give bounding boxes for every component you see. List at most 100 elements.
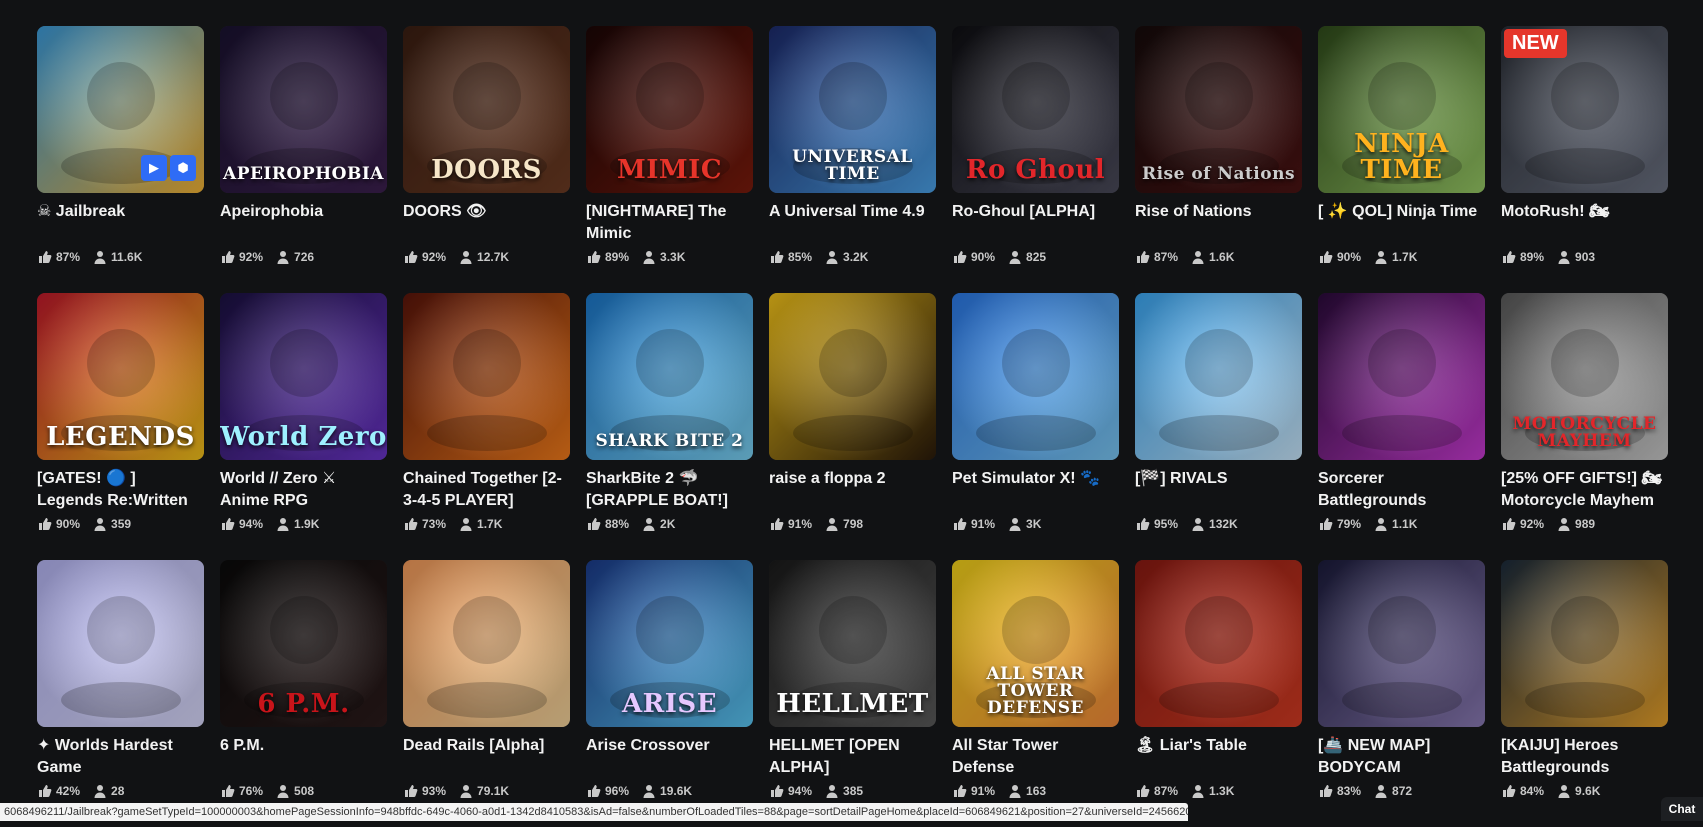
game-card[interactable]: 6 P.M. 6 P.M. 76% 508 [220, 560, 387, 827]
game-thumbnail[interactable]: HELLMET [769, 560, 936, 727]
game-stats: 89% 3.3K [586, 247, 753, 267]
game-card[interactable]: Dead Rails [Alpha] 93% 79.1K [403, 560, 570, 827]
game-thumbnail[interactable]: ARISE [586, 560, 753, 727]
game-card[interactable]: [🚢 NEW MAP] BODYCAM 83% 872 [1318, 560, 1485, 827]
game-title[interactable]: [KAIJU] Heroes Battlegrounds [1501, 735, 1668, 779]
game-title[interactable]: [ ✨ QOL] Ninja Time [1318, 201, 1485, 245]
game-title[interactable]: [25% OFF GIFTS!] 🏍 Motorcycle Mayhem [1501, 468, 1668, 512]
game-card[interactable]: Sorcerer Battlegrounds 79% 1.1K [1318, 293, 1485, 560]
game-thumbnail[interactable] [1318, 293, 1485, 460]
game-thumbnail[interactable]: APEIROPHOBIA [220, 26, 387, 193]
game-title[interactable]: [🏁] RIVALS [1135, 468, 1302, 512]
player-count: 385 [843, 784, 863, 798]
game-thumbnail[interactable] [1135, 293, 1302, 460]
game-thumbnail[interactable]: World Zero [220, 293, 387, 460]
game-thumbnail[interactable] [403, 560, 570, 727]
game-title[interactable]: Chained Together [2-3-4-5 PLAYER] [403, 468, 570, 512]
thumbs-up-icon [220, 516, 236, 532]
game-title[interactable]: MotoRush! 🏍 [1501, 201, 1668, 245]
game-card[interactable]: 🏝 Liar's Table 87% 1.3K [1135, 560, 1302, 827]
game-thumbnail[interactable] [403, 293, 570, 460]
player-count: 872 [1392, 784, 1412, 798]
game-title[interactable]: World // Zero ⚔ Anime RPG [220, 468, 387, 512]
game-card[interactable]: [KAIJU] Heroes Battlegrounds 84% 9.6K [1501, 560, 1668, 827]
person-icon [1373, 249, 1389, 265]
game-thumbnail[interactable]: DOORS [403, 26, 570, 193]
game-title[interactable]: Sorcerer Battlegrounds [1318, 468, 1485, 512]
game-thumbnail[interactable]: Rise of Nations [1135, 26, 1302, 193]
game-thumbnail[interactable] [1318, 560, 1485, 727]
game-thumbnail[interactable] [769, 293, 936, 460]
game-title[interactable]: Pet Simulator X! 🐾 [952, 468, 1119, 512]
person-icon [1373, 516, 1389, 532]
thumbnail-art [1135, 26, 1302, 193]
game-thumbnail[interactable]: MOTORCYCLE MAYHEM [1501, 293, 1668, 460]
game-title[interactable]: Arise Crossover [586, 735, 753, 779]
rating-value: 42% [56, 784, 80, 798]
game-title[interactable]: A Universal Time 4.9 [769, 201, 936, 245]
game-thumbnail[interactable]: NEW [1501, 26, 1668, 193]
game-card[interactable]: raise a floppa 2 91% 798 [769, 293, 936, 560]
game-thumbnail[interactable]: UNIVERSAL TIME [769, 26, 936, 193]
game-thumbnail[interactable]: Ro Ghoul [952, 26, 1119, 193]
player-count: 1.7K [477, 517, 502, 531]
game-thumbnail[interactable]: NINJA TIME [1318, 26, 1485, 193]
game-title[interactable]: Apeirophobia [220, 201, 387, 245]
game-title[interactable]: 🏝 Liar's Table [1135, 735, 1302, 779]
game-thumbnail[interactable]: SHARK BITE 2 [586, 293, 753, 460]
thumbs-up-icon [952, 783, 968, 799]
game-card[interactable]: Chained Together [2-3-4-5 PLAYER] 73% 1.… [403, 293, 570, 560]
play-icon[interactable]: ▶ [141, 155, 167, 181]
game-title[interactable]: DOORS 👁 [403, 201, 570, 245]
thumbs-up-icon [37, 516, 53, 532]
game-thumbnail[interactable] [1501, 560, 1668, 727]
person-icon [275, 516, 291, 532]
game-card[interactable]: UNIVERSAL TIME A Universal Time 4.9 85% … [769, 26, 936, 293]
game-card[interactable]: World Zero World // Zero ⚔ Anime RPG 94%… [220, 293, 387, 560]
game-card[interactable]: ✦ Worlds Hardest Game 42% 28 [37, 560, 204, 827]
game-card[interactable]: ARISE Arise Crossover 96% 19.6K [586, 560, 753, 827]
person-icon [1190, 249, 1206, 265]
game-card[interactable]: Rise of Nations Rise of Nations 87% 1.6K [1135, 26, 1302, 293]
game-title[interactable]: All Star Tower Defense [952, 735, 1119, 779]
game-card[interactable]: SHARK BITE 2 SharkBite 2 🦈 [GRAPPLE BOAT… [586, 293, 753, 560]
game-thumbnail[interactable] [1135, 560, 1302, 727]
game-card[interactable]: NEW MotoRush! 🏍 89% 903 [1501, 26, 1668, 293]
game-card[interactable]: NINJA TIME [ ✨ QOL] Ninja Time 90% 1.7K [1318, 26, 1485, 293]
game-title[interactable]: ✦ Worlds Hardest Game [37, 735, 204, 779]
game-card[interactable]: DOORS DOORS 👁 92% 12.7K [403, 26, 570, 293]
game-title[interactable]: ☠ Jailbreak [37, 201, 204, 245]
rating-value: 96% [605, 784, 629, 798]
game-title[interactable]: [GATES! 🔵 ] Legends Re:Written [37, 468, 204, 512]
game-card[interactable]: HELLMET HELLMET [OPEN ALPHA] 94% 385 [769, 560, 936, 827]
rating-value: 76% [239, 784, 263, 798]
chat-button[interactable]: Chat [1661, 797, 1703, 821]
game-thumbnail[interactable]: MIMIC [586, 26, 753, 193]
game-card[interactable]: ▶⬢ ☠ Jailbreak 87% 11.6K [37, 26, 204, 293]
player-count: 3.2K [843, 250, 868, 264]
game-thumbnail[interactable]: LEGENDS [37, 293, 204, 460]
game-card[interactable]: MOTORCYCLE MAYHEM [25% OFF GIFTS!] 🏍 Mot… [1501, 293, 1668, 560]
game-title[interactable]: 6 P.M. [220, 735, 387, 779]
game-card[interactable]: MIMIC [NIGHTMARE] The Mimic 89% 3.3K [586, 26, 753, 293]
game-thumbnail[interactable]: ▶⬢ [37, 26, 204, 193]
game-title[interactable]: Dead Rails [Alpha] [403, 735, 570, 779]
game-card[interactable]: Pet Simulator X! 🐾 91% 3K [952, 293, 1119, 560]
game-thumbnail[interactable] [952, 293, 1119, 460]
game-title[interactable]: Ro-Ghoul [ALPHA] [952, 201, 1119, 245]
game-card[interactable]: [🏁] RIVALS 95% 132K [1135, 293, 1302, 560]
game-title[interactable]: SharkBite 2 🦈 [GRAPPLE BOAT!] [586, 468, 753, 512]
game-card[interactable]: ALL STAR TOWER DEFENSE All Star Tower De… [952, 560, 1119, 827]
game-title[interactable]: raise a floppa 2 [769, 468, 936, 512]
game-card[interactable]: Ro Ghoul Ro-Ghoul [ALPHA] 90% 825 [952, 26, 1119, 293]
game-title[interactable]: [🚢 NEW MAP] BODYCAM [1318, 735, 1485, 779]
game-title[interactable]: HELLMET [OPEN ALPHA] [769, 735, 936, 779]
game-card[interactable]: APEIROPHOBIA Apeirophobia 92% 726 [220, 26, 387, 293]
player-count: 163 [1026, 784, 1046, 798]
game-thumbnail[interactable]: ALL STAR TOWER DEFENSE [952, 560, 1119, 727]
game-title[interactable]: [NIGHTMARE] The Mimic [586, 201, 753, 245]
game-thumbnail[interactable] [37, 560, 204, 727]
game-thumbnail[interactable]: 6 P.M. [220, 560, 387, 727]
game-title[interactable]: Rise of Nations [1135, 201, 1302, 245]
game-card[interactable]: LEGENDS [GATES! 🔵 ] Legends Re:Written 9… [37, 293, 204, 560]
